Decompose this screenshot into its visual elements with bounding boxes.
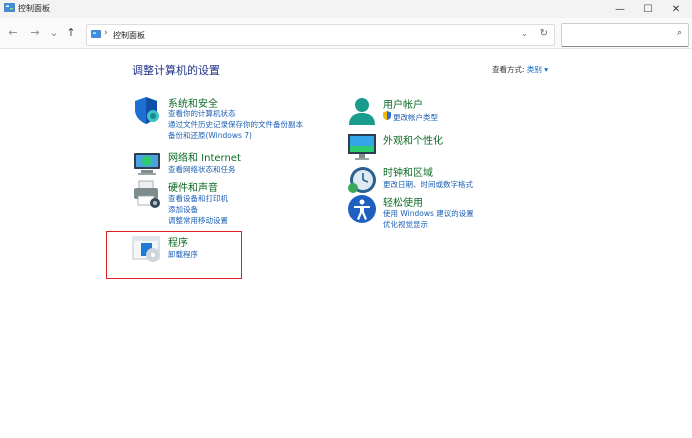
refresh-button[interactable]: ↻ — [540, 28, 548, 39]
link-mobility-settings[interactable]: 调整常用移动设置 — [168, 215, 228, 226]
shield-icon — [135, 97, 159, 124]
link-view-computer-status[interactable]: 查看你的计算机状态 — [168, 108, 236, 119]
category-title[interactable]: 网络和 Internet — [168, 149, 241, 164]
user-icon — [349, 98, 375, 125]
address-bar: ← → ⌄ ↑ › 控制面板 ⌄ ↻ ⌕ — [0, 18, 692, 49]
link-recommended-settings[interactable]: 使用 Windows 建议的设置 — [383, 208, 474, 219]
highlight-box — [106, 231, 242, 279]
link-change-account-type[interactable]: 更改帐户类型 — [393, 112, 438, 123]
category-title[interactable]: 外观和个性化 — [383, 132, 443, 147]
link-change-date-time[interactable]: 更改日期、时间或数字格式 — [383, 179, 473, 190]
printer-icon — [134, 180, 160, 208]
link-add-device[interactable]: 添加设备 — [168, 204, 198, 215]
close-button[interactable]: ✕ — [660, 0, 692, 18]
up-button[interactable]: ↑ — [64, 26, 78, 39]
window-title: 控制面板 — [18, 4, 50, 13]
control-panel-icon — [4, 3, 15, 12]
category-title[interactable]: 轻松使用 — [383, 194, 423, 209]
maximize-icon: ☐ — [643, 3, 653, 15]
view-by: 查看方式: 类别 ▾ — [492, 64, 548, 75]
uac-shield-icon — [383, 111, 391, 120]
breadcrumb-control-panel[interactable]: 控制面板 — [113, 30, 145, 41]
link-file-history[interactable]: 通过文件历史记录保存你的文件备份副本 — [168, 119, 303, 130]
close-icon: ✕ — [671, 3, 681, 15]
network-globe-icon — [134, 153, 160, 175]
view-by-dropdown[interactable]: 类别 ▾ — [527, 65, 548, 74]
minimize-icon: — — [615, 3, 625, 15]
category-title[interactable]: 硬件和声音 — [168, 179, 218, 194]
page-title: 调整计算机的设置 — [132, 64, 220, 77]
link-network-status[interactable]: 查看网络状态和任务 — [168, 164, 236, 175]
search-icon[interactable]: ⌕ — [677, 28, 682, 38]
address-dropdown-button[interactable]: ⌄ — [521, 29, 528, 38]
history-dropdown-button[interactable]: ⌄ — [47, 26, 61, 39]
monitor-icon — [348, 134, 376, 160]
link-optimize-visual-display[interactable]: 优化视觉显示 — [383, 219, 428, 230]
forward-button[interactable]: → — [28, 26, 42, 39]
title-bar: 控制面板 — ☐ ✕ — [0, 0, 692, 18]
back-button[interactable]: ← — [6, 26, 20, 39]
clock-globe-icon — [348, 167, 376, 193]
breadcrumb-separator-icon: › — [104, 28, 108, 38]
link-backup-restore[interactable]: 备份和还原(Windows 7) — [168, 130, 252, 141]
address-field[interactable]: › 控制面板 ⌄ ↻ — [86, 24, 555, 46]
search-input[interactable]: ⌕ — [561, 23, 689, 47]
link-devices-printers[interactable]: 查看设备和打印机 — [168, 193, 228, 204]
category-title[interactable]: 用户帐户 — [383, 96, 423, 111]
control-panel-icon — [91, 30, 101, 38]
view-by-label: 查看方式: — [492, 65, 525, 74]
accessibility-icon — [348, 195, 376, 223]
category-title[interactable]: 时钟和区域 — [383, 164, 433, 179]
